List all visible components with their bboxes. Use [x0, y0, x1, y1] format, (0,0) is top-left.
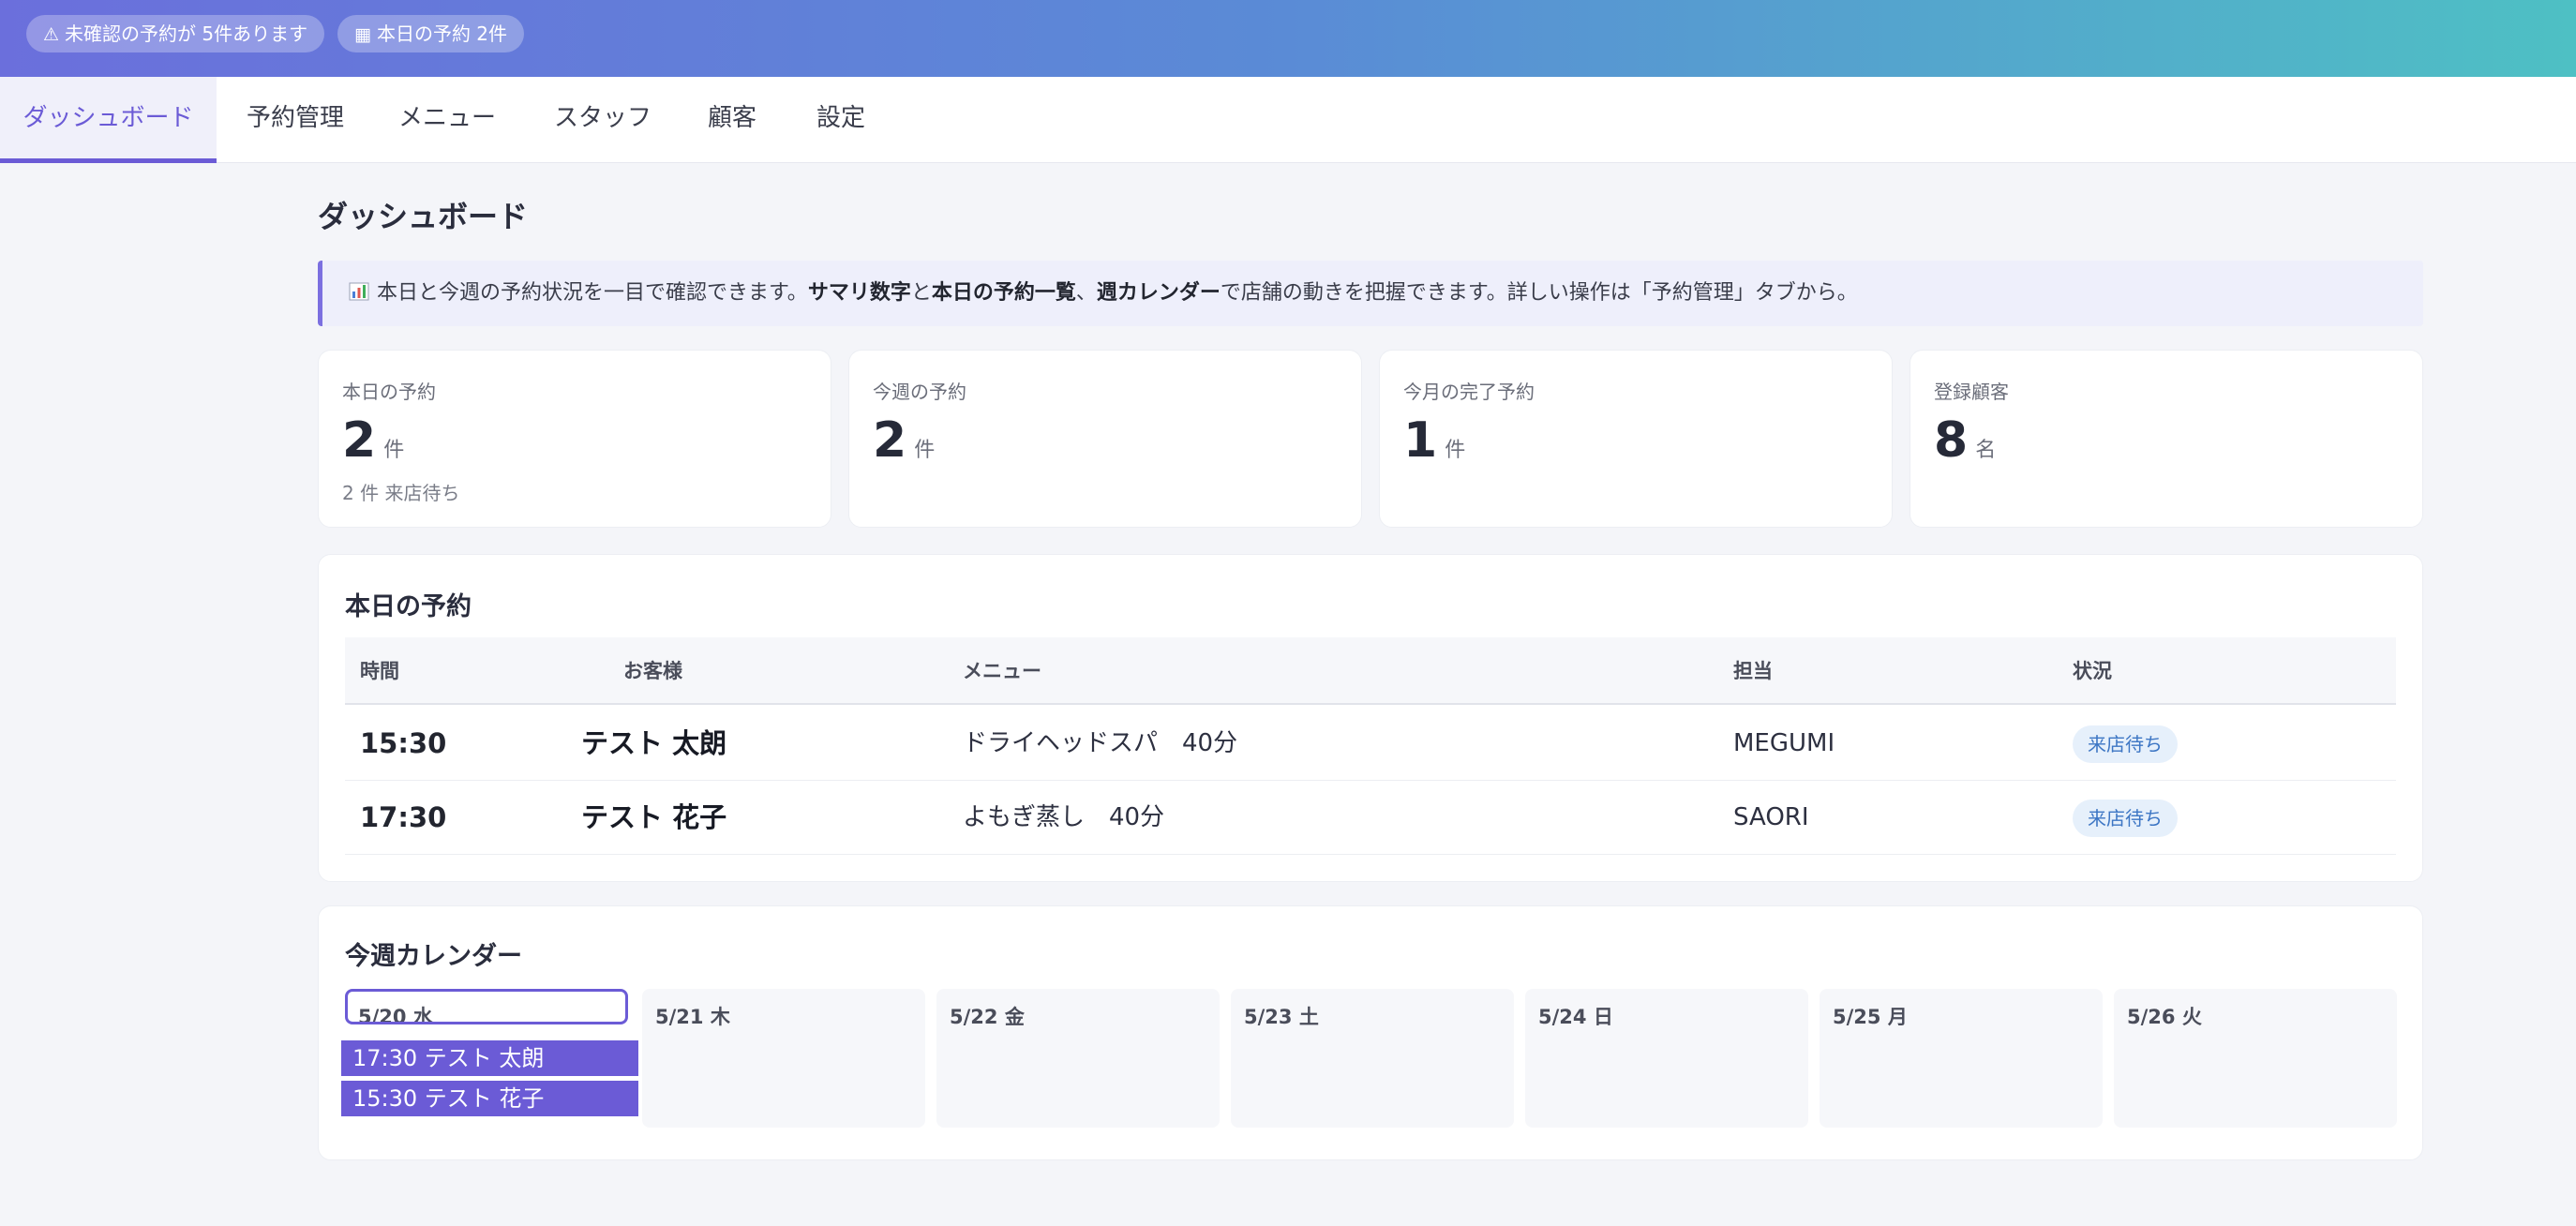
- reservation-time: 15:30: [360, 727, 447, 759]
- stat-unit: 件: [383, 439, 405, 462]
- stat-card-customers: 登録顧客 8名: [1910, 350, 2423, 528]
- tab-settings[interactable]: 設定: [802, 77, 879, 163]
- table-row[interactable]: 15:30 テスト 太朗 ドライヘッドスパ 40分 MEGUMI 来店待ち: [345, 707, 2396, 781]
- calendar-day-label: 5/24 日: [1538, 1006, 1613, 1028]
- week-calendar-card: 今週カレンダー 5/20 水 5/21 木 5/22 金 5/23 土 5/24…: [318, 905, 2423, 1160]
- stat-unit: 名: [1975, 439, 1997, 462]
- main-tab-bar: ダッシュボード 予約管理 メニュー スタッフ 顧客 設定: [0, 77, 2576, 163]
- calendar-day-label: 5/20 水: [358, 1006, 433, 1024]
- stat-label: 今週の予約: [873, 381, 966, 403]
- column-header-status: 状況: [2073, 660, 2112, 682]
- table-header: 時間 お客様 メニュー 担当 状況: [345, 637, 2396, 705]
- info-bold-today-list: 本日の予約一覧: [931, 281, 1076, 305]
- column-header-customer: お客様: [623, 660, 682, 682]
- status-badge: 来店待ち: [2073, 725, 2178, 763]
- calendar-day-label: 5/25 月: [1833, 1006, 1908, 1028]
- reservation-customer: テスト 太朗: [581, 727, 727, 759]
- chart-icon: [349, 262, 369, 301]
- info-bold-summary: サマリ数字: [807, 281, 911, 305]
- stat-label: 登録顧客: [1934, 381, 2009, 403]
- calendar-event[interactable]: 15:30 テスト 花子: [341, 1081, 638, 1116]
- reservation-time: 17:30: [360, 801, 447, 833]
- reservation-menu: よもぎ蒸し 40分: [963, 803, 1165, 831]
- calendar-day[interactable]: 5/23 土: [1231, 989, 1514, 1128]
- tab-dashboard[interactable]: ダッシュボード: [0, 77, 217, 163]
- calendar-icon: ▦: [354, 24, 371, 45]
- today-reservations-text: 本日の予約 2件: [376, 22, 508, 45]
- reservation-staff: MEGUMI: [1733, 729, 1835, 757]
- info-banner: 本日と今週の予約状況を一目で確認できます。サマリ数字と本日の予約一覧、週カレンダ…: [318, 261, 2423, 326]
- stat-card-today: 本日の予約 2件 2 件 来店待ち: [318, 350, 831, 528]
- page-title: ダッシュボード: [318, 199, 529, 234]
- stat-number: 2: [342, 412, 377, 469]
- today-reservations-card: 本日の予約 時間 お客様 メニュー 担当 状況 15:30 テスト 太朗 ドライ…: [318, 554, 2423, 882]
- calendar-day-label: 5/26 火: [2127, 1006, 2202, 1028]
- stat-value: 2件: [342, 412, 404, 469]
- info-text-4: で店舗の動きを把握できます。詳しい操作は「予約管理」タブから。: [1220, 281, 1858, 305]
- stat-label: 今月の完了予約: [1403, 381, 1535, 403]
- calendar-day[interactable]: 5/22 金: [936, 989, 1220, 1128]
- stat-value: 2件: [873, 412, 935, 469]
- status-badge: 来店待ち: [2073, 800, 2178, 837]
- reservation-customer: テスト 花子: [581, 801, 727, 833]
- unconfirmed-alert-pill[interactable]: ⚠ 未確認の予約が 5件あります: [26, 15, 325, 52]
- stat-value: 1件: [1403, 412, 1465, 469]
- info-text-1: 本日と今週の予約状況を一目で確認できます。: [377, 281, 808, 305]
- column-header-menu: メニュー: [963, 660, 1041, 682]
- info-text-3: 、: [1075, 281, 1097, 305]
- reservation-menu: ドライヘッドスパ 40分: [963, 729, 1238, 757]
- tab-staff[interactable]: スタッフ: [542, 77, 664, 163]
- stat-number: 2: [873, 412, 907, 469]
- info-text-2: と: [910, 281, 932, 305]
- top-alert-bar: ⚠ 未確認の予約が 5件あります ▦ 本日の予約 2件: [0, 0, 2576, 77]
- column-header-time: 時間: [360, 660, 399, 682]
- stat-card-month-completed: 今月の完了予約 1件: [1379, 350, 1893, 528]
- stat-unit: 件: [914, 439, 936, 462]
- stat-number: 8: [1934, 412, 1969, 469]
- calendar-day-label: 5/21 木: [655, 1006, 730, 1028]
- week-calendar-title: 今週カレンダー: [345, 942, 522, 971]
- column-header-staff: 担当: [1733, 660, 1773, 682]
- calendar-day-today[interactable]: 5/20 水: [345, 989, 628, 1024]
- table-row[interactable]: 17:30 テスト 花子 よもぎ蒸し 40分 SAORI 来店待ち: [345, 781, 2396, 855]
- info-bold-week-calendar: 週カレンダー: [1096, 281, 1221, 305]
- reservation-staff: SAORI: [1733, 803, 1809, 831]
- unconfirmed-alert-text: 未確認の予約が 5件あります: [65, 22, 308, 45]
- today-reservations-title: 本日の予約: [345, 592, 472, 621]
- calendar-day-label: 5/23 土: [1244, 1006, 1319, 1028]
- calendar-day[interactable]: 5/24 日: [1525, 989, 1808, 1128]
- calendar-event[interactable]: 17:30 テスト 太朗: [341, 1040, 638, 1076]
- stat-unit: 件: [1445, 439, 1466, 462]
- calendar-day[interactable]: 5/25 月: [1820, 989, 2103, 1128]
- warning-icon: ⚠: [43, 24, 60, 45]
- tab-menu[interactable]: メニュー: [386, 77, 508, 163]
- calendar-day[interactable]: 5/26 火: [2114, 989, 2397, 1128]
- today-reservations-pill[interactable]: ▦ 本日の予約 2件: [337, 15, 525, 52]
- tab-customers[interactable]: 顧客: [694, 77, 771, 163]
- calendar-day[interactable]: 5/21 木: [642, 989, 925, 1128]
- stat-label: 本日の予約: [342, 381, 436, 403]
- stat-value: 8名: [1934, 412, 1996, 469]
- stat-number: 1: [1403, 412, 1438, 469]
- tab-reservations[interactable]: 予約管理: [230, 77, 361, 163]
- stat-subtext: 2 件 来店待ち: [342, 482, 460, 504]
- calendar-day-label: 5/22 金: [950, 1006, 1025, 1028]
- stat-card-week: 今週の予約 2件: [848, 350, 1362, 528]
